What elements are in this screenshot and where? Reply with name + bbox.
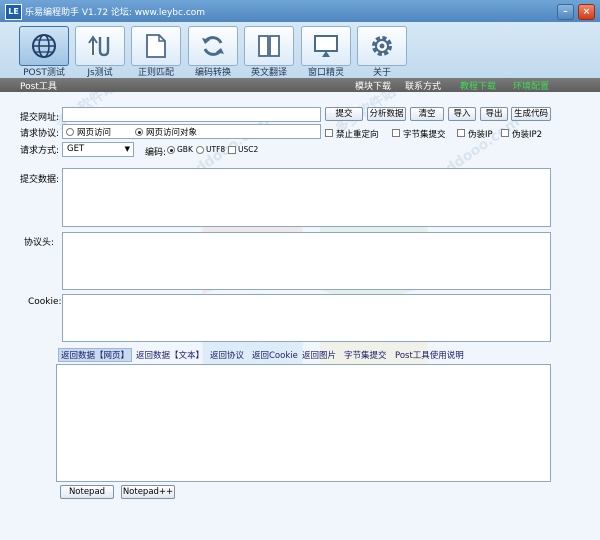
analyze-data-button[interactable]: 分析数据 (367, 107, 406, 121)
tool-js-test[interactable]: Js测试 (75, 26, 125, 78)
tool-window-spy[interactable]: 窗口精灵 (301, 26, 351, 78)
import-button[interactable]: 导入 (448, 107, 476, 121)
minimize-button[interactable]: – (557, 4, 574, 20)
encoding-label: 编码: (145, 148, 167, 158)
tool-button[interactable] (19, 26, 69, 66)
tool-regex[interactable]: 正则匹配 (131, 26, 181, 78)
monitor-icon (314, 35, 338, 57)
tab-usage-guide[interactable]: Post工具使用说明 (395, 349, 464, 361)
close-button[interactable]: × (578, 4, 595, 20)
checkbox-bytes-submit-label: 字节集提交 (403, 130, 446, 140)
checkbox-fake-ip2-label: 伪装IP2 (512, 130, 543, 140)
radio-web-access-object[interactable] (135, 128, 143, 136)
nav-link-contact[interactable]: 联系方式 (405, 79, 441, 92)
method-select[interactable]: GET ▼ (62, 142, 134, 157)
tool-label: 英文翻译 (250, 68, 287, 78)
checkbox-no-redirect[interactable] (325, 129, 333, 137)
checkbox-fake-ip[interactable] (457, 129, 465, 137)
cookie-textarea[interactable] (62, 294, 551, 342)
checkbox-no-redirect-label: 禁止重定向 (336, 130, 379, 140)
protocol-label: 请求协议: (20, 129, 60, 139)
radio-gbk[interactable] (167, 146, 175, 154)
checkbox-usc2[interactable] (228, 146, 236, 154)
nav-bar: Post工具 模块下载 联系方式 教程下载 环境配置 (0, 78, 600, 92)
tool-button[interactable] (131, 26, 181, 66)
radio-web-access-object-label: 网页访问对象 (146, 128, 198, 138)
tool-label: POST测试 (23, 68, 65, 78)
checkbox-bytes-submit[interactable] (392, 129, 400, 137)
submit-button[interactable]: 提交 (325, 107, 363, 121)
radio-web-access[interactable] (66, 128, 74, 136)
tab-return-protocol[interactable]: 返回协议 (210, 349, 244, 361)
tool-label: 窗口精灵 (307, 68, 344, 78)
nav-link-tutorial-download[interactable]: 教程下载 (460, 79, 496, 92)
result-textarea[interactable] (56, 364, 551, 482)
tool-about[interactable]: 关于 (357, 26, 407, 78)
tool-button[interactable] (75, 26, 125, 66)
radio-gbk-label: GBK (177, 145, 193, 154)
checkbox-usc2-label: USC2 (238, 145, 259, 154)
checkbox-fake-ip-label: 伪装IP (468, 130, 493, 140)
gear-icon (372, 36, 392, 56)
tool-post-test[interactable]: POST测试 (19, 26, 69, 78)
window-title: 乐易编程助手 V1.72 论坛: www.leybc.com (25, 8, 206, 18)
url-input[interactable] (62, 107, 321, 122)
tool-label: 编码转换 (194, 68, 231, 78)
tool-button[interactable] (357, 26, 407, 66)
app-window: 多多软件站 www.ddooo.com 多多软件站 www.ddooo.com … (0, 0, 600, 540)
tool-button[interactable] (188, 26, 238, 66)
tool-button[interactable] (244, 26, 294, 66)
js-arrows-icon (87, 33, 110, 57)
headers-textarea[interactable] (62, 232, 551, 290)
method-select-value: GET (67, 144, 85, 154)
tool-label: 关于 (372, 68, 391, 78)
tab-return-web[interactable]: 返回数据【网页】 (58, 348, 133, 362)
tab-return-image[interactable]: 返回图片 (302, 349, 336, 361)
radio-utf8[interactable] (196, 146, 204, 154)
tool-encoding[interactable]: 编码转换 (188, 26, 238, 78)
nav-link-environment-config[interactable]: 环境配置 (513, 79, 549, 92)
notepad-button[interactable]: Notepad (60, 485, 114, 499)
tool-label: Js测试 (87, 68, 113, 78)
book-icon (258, 35, 280, 57)
globe-icon (32, 34, 56, 58)
app-logo-icon: LE (5, 4, 22, 20)
tool-translate[interactable]: 英文翻译 (244, 26, 294, 78)
tab-return-text[interactable]: 返回数据【文本】 (136, 349, 204, 361)
notepad-plus-button[interactable]: Notepad++ (121, 485, 175, 499)
refresh-icon (202, 36, 224, 56)
checkbox-fake-ip2[interactable] (501, 129, 509, 137)
headers-label: 协议头: (24, 238, 55, 248)
post-data-label: 提交数据: (20, 175, 60, 185)
radio-utf8-label: UTF8 (206, 145, 226, 154)
section-title: Post工具 (20, 82, 57, 92)
tool-label: 正则匹配 (137, 68, 174, 78)
post-data-textarea[interactable] (62, 168, 551, 227)
cookie-label: Cookie: (28, 297, 62, 307)
tool-button[interactable] (301, 26, 351, 66)
generate-code-button[interactable]: 生成代码 (511, 107, 551, 121)
tab-return-cookie[interactable]: 返回Cookie (252, 349, 298, 361)
document-icon (146, 34, 166, 58)
method-label: 请求方式: (20, 146, 60, 156)
chevron-down-icon: ▼ (124, 145, 130, 153)
title-bar: LE 乐易编程助手 V1.72 论坛: www.leybc.com – × (0, 0, 600, 22)
nav-link-module-download[interactable]: 模块下载 (355, 79, 391, 92)
url-label: 提交网址: (20, 113, 60, 123)
export-button[interactable]: 导出 (480, 107, 508, 121)
radio-web-access-label: 网页访问 (77, 128, 112, 138)
tab-bytes-submit[interactable]: 字节集提交 (344, 349, 387, 361)
main-toolbar: POST测试 Js测试 正则匹配 编码转换 英文翻译 窗口精灵 关于 (0, 22, 600, 78)
clear-button[interactable]: 清空 (410, 107, 444, 121)
